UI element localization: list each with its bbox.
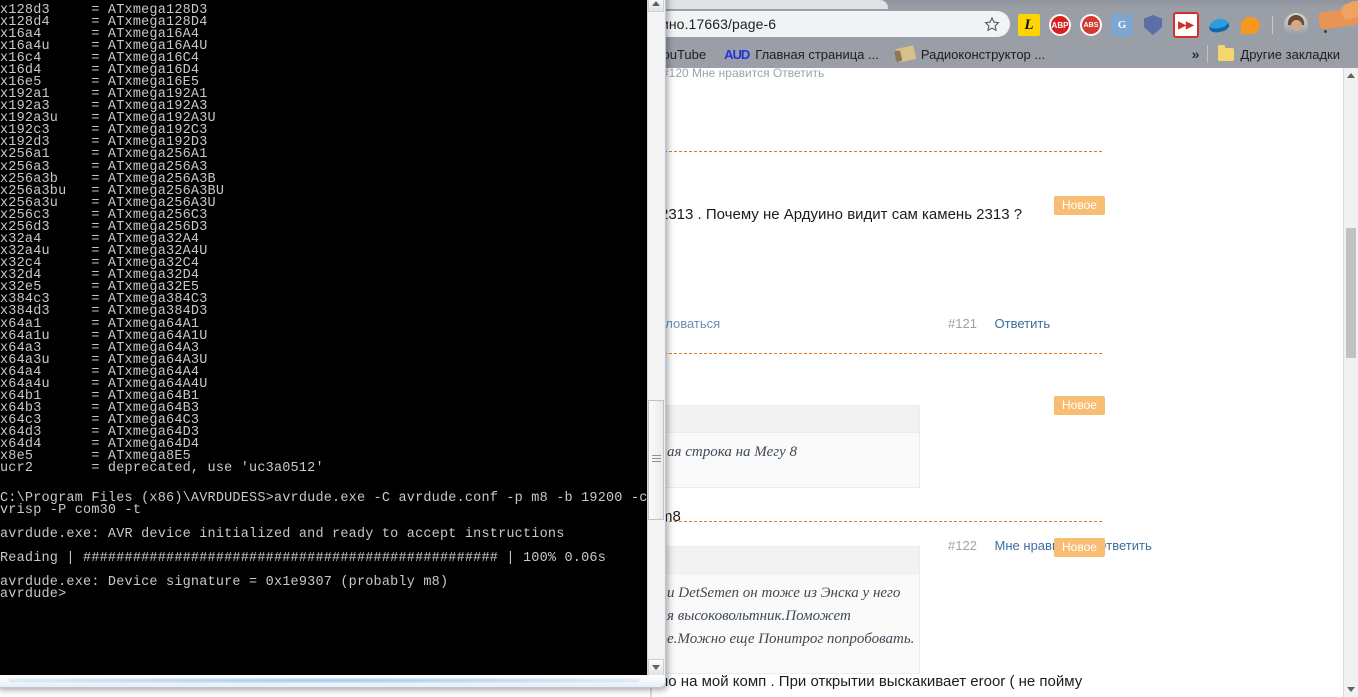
page-viewport: #120 Мне нравится Ответить Новое 2313 . … [630,68,1358,697]
profile-avatar[interactable] [1284,13,1308,37]
previous-post-footer: #120 Мне нравится Ответить [662,68,825,80]
post-report-link[interactable]: аловаться [658,316,734,331]
report-label: аловаться [658,316,721,331]
lastpass-extension-icon[interactable]: L [1018,14,1040,36]
quote-text: ая строка на Мегу 8 [667,444,797,460]
page-scroll-thumb[interactable] [1346,228,1356,358]
chrome-browser-window: рдуино.17663/page-6 L ABP ABS G ▶▶ YouTu… [630,0,1358,697]
shield-glyph [1144,15,1162,35]
post-body: но на мой комп . При открытии выскакивае… [660,673,1083,690]
fast-forward-extension-icon[interactable]: ▶▶ [1173,12,1199,38]
quote-header [657,406,919,433]
other-bookmarks-label: Другие закладки [1240,46,1340,62]
avrdudess-console-window[interactable]: x128d3 = ATxmega128D3 x128d4 = ATxmega12… [0,0,666,688]
avatar-face [1291,20,1302,31]
status-badge: Новое [1054,538,1105,557]
console-scroll-thumb[interactable] [648,400,664,520]
google-translate-extension-icon[interactable]: G [1111,14,1133,36]
quoted-message: ая строка на Мегу 8 [656,405,920,488]
address-bar[interactable]: рдуино.17663/page-6 [630,11,1010,37]
post-column: #120 Мне нравится Ответить Новое 2313 . … [646,68,1328,697]
forum-thread: #120 Мне нравится Ответить Новое 2313 . … [630,68,1343,697]
browser-toolbar-area: рдуино.17663/page-6 L ABP ABS G ▶▶ YouTu… [630,0,1358,68]
bookmarks-bar: YouTube AUD Главная страница ... Радиоко… [630,40,1358,68]
console-scrollbar[interactable] [647,0,664,676]
orange-bubble-extension-icon[interactable] [1239,14,1261,36]
kebab-menu-icon[interactable] [1317,13,1333,37]
console-session-log: C:\Program Files (x86)\AVRDUDESS>avrdude… [0,490,648,603]
screen-root: рдуино.17663/page-6 L ABP ABS G ▶▶ YouTu… [0,0,1358,697]
address-bar-url[interactable]: рдуино.17663/page-6 [630,16,980,32]
book-icon [895,45,917,63]
scroll-thumb-grip [652,455,661,465]
adblock-plus-extension-icon[interactable]: ABP [1049,14,1071,36]
toolbar-divider [1272,16,1273,34]
status-badge: Новое [1054,196,1105,215]
bookmark-star-icon[interactable] [980,12,1004,36]
bookmarks-divider [1207,45,1209,63]
quoted-message: и DetSemen он тоже из Энска у него я выс… [656,546,920,674]
bookmarks-overflow-button[interactable]: » [1192,46,1200,62]
quote-line: и DetSemen он тоже из Энска у него [667,585,901,601]
bookmark-label: Главная страница ... [755,46,879,62]
post-separator [664,353,1102,354]
page-scroll-down-arrow[interactable] [1344,682,1358,697]
console-window-glow [9,678,639,683]
scroll-up-arrow-icon[interactable] [648,0,664,12]
cloud-glyph [1207,16,1231,34]
post-number: #121 [948,316,977,331]
post-separator [664,521,1102,522]
adblock-super-extension-icon[interactable]: ABS [1080,14,1102,36]
blue-cloud-extension-icon[interactable] [1207,14,1231,36]
quote-header [657,547,919,574]
bubble-glyph [1240,16,1260,34]
status-badge: Новое [1054,396,1105,415]
tab-strip [630,0,1358,9]
quote-line: я высоковольтник.Поможет [667,608,851,624]
extensions-strip: L ABP ABS G ▶▶ [1018,12,1333,38]
toolbar-row: рдуино.17663/page-6 L ABP ABS G ▶▶ [630,0,1358,40]
shield-security-extension-icon[interactable] [1142,14,1164,36]
console-device-listing: x128d3 = ATxmega128D3 x128d4 = ATxmega12… [0,2,324,477]
aud-icon: AUD [724,46,750,62]
post-separator [664,151,1102,152]
page-scroll-up-arrow[interactable] [1344,68,1358,83]
scroll-down-arrow-icon[interactable] [648,659,664,676]
post-body: 2313 . Почему не Ардуино видит сам камен… [660,206,1023,223]
quote-line: е.Можно еще Понитрог попробовать. [667,631,915,647]
quote-text: и DetSemen он тоже из Энска у него я выс… [657,574,919,661]
console-window-bottom-edge [0,675,665,687]
reply-link[interactable]: Ответить [995,316,1051,331]
folder-icon [1218,44,1235,61]
bookmark-label: Радиоконструктор ... [920,46,1046,62]
page-scrollbar[interactable] [1343,68,1358,697]
bookmark-glavnaya-stranica[interactable]: AUD Главная страница ... [724,47,879,62]
other-bookmarks-button[interactable]: Другие закладки [1218,44,1340,62]
post-number: #122 [948,538,977,553]
post-footer-actions: #121 Ответить [948,316,1064,331]
bookmark-radiokonstruktor[interactable]: Радиоконструктор ... [895,45,1046,63]
console-output-area[interactable]: x128d3 = ATxmega128D3 x128d4 = ATxmega12… [0,0,648,676]
